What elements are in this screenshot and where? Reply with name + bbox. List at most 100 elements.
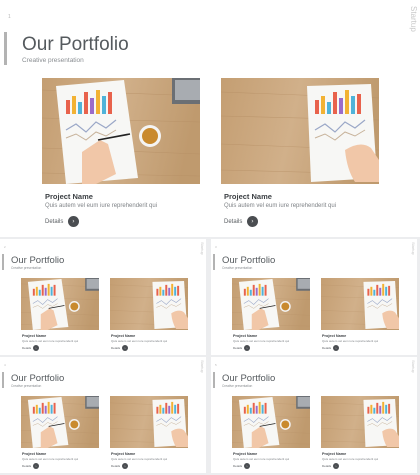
project-image	[110, 278, 188, 330]
details-button[interactable]: ›	[122, 463, 128, 469]
slide-2[interactable]: 2 Startup Our Portfolio Creative present…	[0, 239, 206, 355]
accent-bar	[4, 32, 7, 65]
details-button[interactable]: ›	[244, 463, 250, 469]
accent-bar	[213, 254, 215, 270]
accent-bar	[2, 372, 4, 388]
details-link[interactable]: Details	[322, 464, 331, 468]
project-name: Project Name	[233, 334, 258, 338]
page-title: Our Portfolio	[11, 373, 65, 384]
chevron-right-icon: ›	[124, 464, 126, 468]
project-name: Project Name	[233, 452, 258, 456]
details-button[interactable]: ›	[333, 463, 339, 469]
page-title: Our Portfolio	[22, 34, 129, 55]
accent-bar	[213, 372, 215, 388]
project-description: Quis autem vel eum iure reprehenderit qu…	[22, 339, 79, 343]
details-link[interactable]: Details	[22, 346, 31, 350]
details-button[interactable]: ›	[68, 216, 79, 227]
page-title: Our Portfolio	[11, 255, 65, 266]
project-card[interactable]: Project Name Quis autem vel eum iure rep…	[110, 278, 188, 354]
page-subtitle: Creative presentation	[222, 384, 253, 388]
slide-5[interactable]: 5 Startup Our Portfolio Creative present…	[211, 357, 417, 473]
project-description: Quis autem vel eum iure reprehenderit qu…	[224, 203, 337, 209]
project-image	[221, 78, 379, 184]
project-name: Project Name	[322, 452, 347, 456]
project-description: Quis autem vel eum iure reprehenderit qu…	[322, 339, 379, 343]
project-card[interactable]: Project Name Quis autem vel eum iure rep…	[42, 78, 200, 228]
chevron-right-icon: ›	[246, 346, 248, 350]
chevron-right-icon: ›	[246, 464, 248, 468]
side-label: Startup	[200, 360, 205, 373]
project-image	[321, 396, 399, 448]
details-button[interactable]: ›	[122, 345, 128, 351]
details-button[interactable]: ›	[244, 345, 250, 351]
project-name: Project Name	[111, 334, 136, 338]
project-card[interactable]: Project Name Quis autem vel eum iure rep…	[321, 396, 399, 472]
details-button[interactable]: ›	[33, 345, 39, 351]
project-name: Project Name	[22, 452, 47, 456]
project-name: Project Name	[111, 452, 136, 456]
project-description: Quis autem vel eum iure reprehenderit qu…	[22, 457, 79, 461]
project-name: Project Name	[22, 334, 47, 338]
project-image	[110, 396, 188, 448]
details-link[interactable]: Details	[233, 464, 242, 468]
page-title: Our Portfolio	[222, 255, 276, 266]
project-image	[232, 396, 310, 448]
details-link[interactable]: Details	[233, 346, 242, 350]
chevron-right-icon: ›	[251, 218, 254, 225]
chevron-right-icon: ›	[335, 346, 337, 350]
project-image	[42, 78, 200, 184]
side-label: Startup	[411, 360, 416, 373]
side-label: Startup	[200, 242, 205, 255]
project-card[interactable]: Project Name Quis autem vel eum iure rep…	[21, 278, 99, 354]
slide-number: 4	[4, 363, 6, 367]
accent-bar	[2, 254, 4, 270]
slide-number: 3	[215, 245, 217, 249]
project-card[interactable]: Project Name Quis autem vel eum iure rep…	[21, 396, 99, 472]
details-link[interactable]: Details	[22, 464, 31, 468]
details-link[interactable]: Details	[322, 346, 331, 350]
details-link[interactable]: Details	[224, 219, 242, 225]
details-button[interactable]: ›	[247, 216, 258, 227]
details-link[interactable]: Details	[111, 346, 120, 350]
page-title: Our Portfolio	[222, 373, 276, 384]
project-image	[321, 278, 399, 330]
chevron-right-icon: ›	[124, 346, 126, 350]
project-card[interactable]: Project Name Quis autem vel eum iure rep…	[221, 78, 379, 228]
chevron-right-icon: ›	[35, 346, 37, 350]
chevron-right-icon: ›	[72, 218, 75, 225]
project-card[interactable]: Project Name Quis autem vel eum iure rep…	[321, 278, 399, 354]
side-label: Startup	[409, 6, 418, 32]
slide-3[interactable]: 3 Startup Our Portfolio Creative present…	[211, 239, 417, 355]
details-link[interactable]: Details	[45, 219, 63, 225]
side-label: Startup	[411, 242, 416, 255]
project-card[interactable]: Project Name Quis autem vel eum iure rep…	[232, 278, 310, 354]
details-button[interactable]: ›	[333, 345, 339, 351]
project-description: Quis autem vel eum iure reprehenderit qu…	[233, 339, 290, 343]
project-image	[21, 396, 99, 448]
chevron-right-icon: ›	[335, 464, 337, 468]
project-card[interactable]: Project Name Quis autem vel eum iure rep…	[232, 396, 310, 472]
slide-number: 1	[8, 14, 11, 20]
details-button[interactable]: ›	[33, 463, 39, 469]
slide-number: 2	[4, 245, 6, 249]
page-subtitle: Creative presentation	[22, 57, 84, 64]
page-subtitle: Creative presentation	[11, 384, 42, 388]
slide-1[interactable]: 1 Startup Our Portfolio Creative present…	[0, 0, 420, 237]
slide-number: 5	[215, 363, 217, 367]
chevron-right-icon: ›	[35, 464, 37, 468]
project-name: Project Name	[45, 192, 93, 201]
page-subtitle: Creative presentation	[11, 266, 42, 270]
project-image	[232, 278, 310, 330]
project-image	[21, 278, 99, 330]
project-description: Quis autem vel eum iure reprehenderit qu…	[45, 203, 158, 209]
slide-4[interactable]: 4 Startup Our Portfolio Creative present…	[0, 357, 206, 473]
project-description: Quis autem vel eum iure reprehenderit qu…	[322, 457, 379, 461]
details-link[interactable]: Details	[111, 464, 120, 468]
page-subtitle: Creative presentation	[222, 266, 253, 270]
project-description: Quis autem vel eum iure reprehenderit qu…	[111, 457, 168, 461]
project-description: Quis autem vel eum iure reprehenderit qu…	[111, 339, 168, 343]
project-card[interactable]: Project Name Quis autem vel eum iure rep…	[110, 396, 188, 472]
project-name: Project Name	[224, 192, 272, 201]
project-name: Project Name	[322, 334, 347, 338]
project-description: Quis autem vel eum iure reprehenderit qu…	[233, 457, 290, 461]
